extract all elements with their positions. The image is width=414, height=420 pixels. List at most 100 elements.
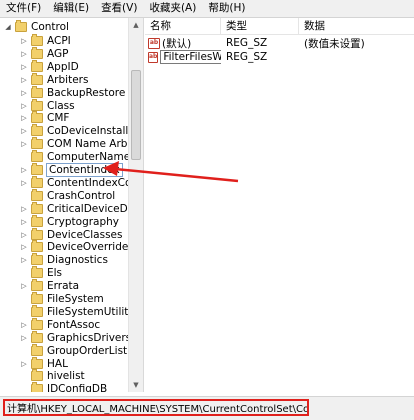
tree-item[interactable]: CrashControl	[20, 188, 116, 203]
value-type: REG_SZ	[226, 37, 268, 49]
tree-item[interactable]: ComputerName	[20, 150, 130, 164]
menu-item[interactable]: 收藏夹(A)	[143, 0, 202, 17]
expand-icon[interactable]: ▷	[20, 99, 28, 113]
tree-item-label: Arbiters	[47, 73, 89, 86]
scroll-down-icon[interactable]: ▼	[129, 378, 143, 392]
expand-icon[interactable]: ▷	[20, 34, 28, 48]
expand-icon[interactable]: ▷	[20, 240, 28, 254]
expand-icon[interactable]: ▷	[20, 318, 28, 332]
tree-item-label: CrashControl	[47, 189, 116, 202]
tree-item[interactable]: FileSystemUtilities	[20, 304, 143, 319]
tree-scrollbar[interactable]: ▲ ▼	[128, 18, 143, 392]
folder-icon	[31, 85, 43, 98]
tree-item[interactable]: ▷ COM Name Arbiter	[20, 137, 143, 151]
tree-item[interactable]: FileSystem	[20, 292, 104, 306]
collapse-icon[interactable]: ◢	[4, 20, 12, 34]
tree-item[interactable]: ▷ AppID	[20, 59, 79, 74]
tree-item[interactable]: ▷ CoDeviceInstallers	[20, 124, 143, 138]
expand-icon[interactable]: ▷	[20, 176, 28, 190]
column-header-name[interactable]: 名称	[145, 18, 221, 34]
scroll-thumb[interactable]	[131, 70, 141, 160]
folder-icon	[31, 240, 43, 253]
folder-icon	[31, 72, 43, 85]
expand-icon[interactable]: ▷	[20, 111, 28, 125]
tree-item-label: ContentIndex	[46, 163, 123, 177]
tree-item-control[interactable]: ◢ Control	[4, 20, 69, 34]
tree-item[interactable]: ▷ BackupRestore	[20, 85, 125, 100]
values-list: 名称 类型 数据 ab (默认) REG_SZ (数值未设置) ab Filte…	[145, 18, 414, 392]
tree-item-label: AGP	[47, 47, 69, 60]
tree-item[interactable]: ▷ GraphicsDrivers	[20, 330, 131, 345]
tree-item[interactable]: ▷ DeviceOverrides	[20, 240, 134, 254]
string-value-icon: ab	[148, 51, 159, 63]
expand-icon[interactable]: ▷	[20, 202, 28, 216]
tree-item[interactable]: ▷ HAL	[20, 356, 68, 371]
expand-icon[interactable]: ▷	[20, 228, 28, 242]
expand-icon	[20, 305, 28, 319]
expand-icon[interactable]: ▷	[20, 73, 28, 87]
expand-icon[interactable]: ▷	[20, 253, 28, 267]
folder-icon	[15, 20, 27, 32]
expand-icon	[20, 382, 28, 392]
tree-item-label: FontAssoc	[47, 318, 101, 331]
tree-item[interactable]: ▷ CMF	[20, 111, 69, 125]
tree-item[interactable]: IDConfigDB	[20, 382, 107, 392]
tree-item[interactable]: GroupOrderList	[20, 343, 127, 358]
tree-item[interactable]: Els	[20, 266, 62, 280]
scroll-up-icon[interactable]: ▲	[129, 18, 143, 32]
menu-item[interactable]: 查看(V)	[95, 0, 143, 17]
column-header-type[interactable]: 类型	[221, 18, 299, 34]
folder-icon	[31, 382, 43, 392]
expand-icon[interactable]: ▷	[20, 47, 28, 61]
tree-item[interactable]: ▷ Arbiters	[20, 72, 89, 87]
folder-icon	[31, 150, 43, 163]
tree-item-label: HAL	[47, 357, 68, 370]
folder-icon	[31, 343, 43, 356]
tree-item-label: Cryptography	[47, 215, 120, 228]
column-header-data[interactable]: 数据	[299, 18, 414, 34]
folder-icon	[31, 214, 43, 227]
expand-icon[interactable]: ▷	[20, 124, 28, 138]
expand-icon[interactable]: ▷	[20, 163, 28, 177]
tree-item[interactable]: ▷ DeviceClasses	[20, 227, 122, 242]
expand-icon[interactable]: ▷	[20, 215, 28, 229]
menu-item[interactable]: 编辑(E)	[47, 0, 95, 17]
expand-icon[interactable]: ▷	[20, 331, 28, 345]
expand-icon[interactable]: ▷	[20, 137, 28, 151]
folder-icon	[31, 266, 43, 279]
menu-item[interactable]: 帮助(H)	[202, 0, 251, 17]
tree-item[interactable]: ▷ContentIndexCommon	[20, 175, 143, 190]
tree-item[interactable]: ▷ Cryptography	[20, 214, 120, 229]
folder-icon	[31, 98, 43, 111]
status-bar: 计算机\HKEY_LOCAL_MACHINE\SYSTEM\CurrentCon…	[0, 396, 414, 420]
tree-item[interactable]: hivelist	[20, 369, 85, 383]
tree-item[interactable]: ▷ Errata	[20, 279, 79, 293]
folder-icon	[31, 46, 43, 59]
tree-item[interactable]: ▷CriticalDeviceDatabase	[20, 201, 143, 216]
tree-item-label: Diagnostics	[47, 254, 108, 267]
menu-bar: 文件(F) 编辑(E) 查看(V) 收藏夹(A) 帮助(H)	[0, 0, 414, 18]
value-name-edit-field[interactable]: FilterFilesWith...	[160, 50, 221, 64]
tree-item[interactable]: ▷ ContentIndex	[20, 163, 123, 177]
tree-item[interactable]: ▷ Class	[20, 98, 75, 113]
tree-item[interactable]: ▷ Diagnostics	[20, 253, 108, 267]
expand-icon[interactable]: ▷	[20, 357, 28, 371]
value-row[interactable]: ab FilterFilesWith... REG_SZ	[145, 49, 414, 65]
expand-icon	[20, 266, 28, 280]
folder-icon	[31, 356, 43, 369]
expand-icon	[20, 344, 28, 358]
tree-item[interactable]: ▷ FontAssoc	[20, 317, 101, 332]
folder-icon	[31, 369, 43, 382]
expand-icon	[20, 292, 28, 306]
tree-item-label: IDConfigDB	[47, 383, 108, 392]
expand-icon[interactable]: ▷	[20, 86, 28, 100]
menu-item[interactable]: 文件(F)	[0, 0, 47, 17]
expand-icon[interactable]: ▷	[20, 279, 28, 293]
expand-icon[interactable]: ▷	[20, 60, 28, 74]
tree-item[interactable]: ▷ ACPI	[20, 34, 71, 48]
folder-icon	[31, 292, 43, 304]
folder-icon	[31, 279, 43, 292]
tree-item[interactable]: ▷ AGP	[20, 46, 69, 61]
tree-item-label: ComputerName	[47, 151, 131, 164]
folder-icon	[31, 175, 43, 188]
